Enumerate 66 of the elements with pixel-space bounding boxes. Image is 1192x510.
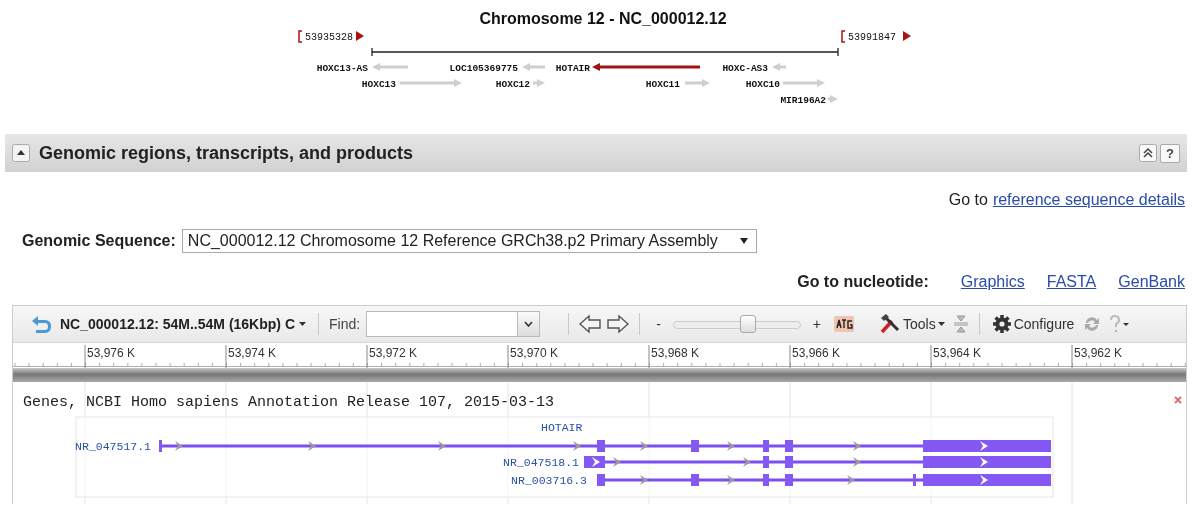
tools-icon [879,313,901,335]
tools-menu[interactable]: Tools [877,313,947,335]
nucleotide-label: Go to nucleotide: [797,273,929,291]
sequence-icon[interactable] [833,315,855,333]
gene-arrow[interactable] [592,63,700,71]
gene-label[interactable]: HOTAIR [555,63,590,74]
configure-button[interactable]: Configure [989,314,1077,334]
bracket-icon [298,30,303,43]
find-field[interactable] [366,311,541,337]
ruler-label: 53,974 K [228,346,277,360]
gene-label[interactable]: HOXC10 [745,79,780,90]
caret-icon [299,322,306,326]
transcript-label[interactable]: NR_047518.1 [503,456,579,469]
link-prefix: Go to [948,191,988,209]
gene-label[interactable]: HOXC11 [645,79,680,90]
track-title: Genes, NCBI Homo sapiens Annotation Release 107, 2015-03-13 [23,394,555,411]
sequence-title-menu[interactable]: NC_000012.12: 54M..54M (16Kbp) C [58,316,308,332]
end-coordinate[interactable]: 53991847 [848,32,896,43]
sequence-select[interactable]: NC_000012.12 Chromosome 12 Reference GRCh38.p2 Primary Assembly [181,229,757,253]
caret-icon [739,238,748,244]
back-icon[interactable] [30,314,52,334]
transcript-drawing[interactable] [597,474,1051,486]
pan-left-icon[interactable] [579,314,602,334]
gene-label[interactable]: LOC105369775 [449,63,518,74]
zoom-slider[interactable] [740,315,757,333]
close-icon[interactable] [1174,396,1182,404]
transcript-drawing[interactable] [159,440,1051,452]
gene-label[interactable]: HOXC13 [361,79,396,90]
ruler-label: 53,962 K [1074,346,1123,360]
zoom-in-button[interactable]: + [806,316,827,332]
gene-label[interactable]: MIR196A2 [780,95,826,106]
chevron-icon [524,321,534,327]
reference-link[interactable]: reference sequence details [992,191,1185,209]
help-button[interactable]: ? [1160,143,1180,163]
ruler-label: 53,976 K [87,346,136,360]
caret-icon [937,322,945,326]
gene-name[interactable]: HOTAIR [541,421,583,434]
section-title: Genomic regions, transcripts, and products [39,142,415,164]
ruler-label: 53,970 K [510,346,559,360]
nucleotide-link[interactable]: GenBank [1118,273,1185,291]
collapse-tracks-icon[interactable] [952,314,969,334]
collapse-all-icon[interactable] [1139,143,1157,162]
transcript-label[interactable]: NR_003716.3 [511,474,587,487]
gear-icon [991,314,1012,334]
ruler-label: 53,968 K [651,346,700,360]
nucleotide-link[interactable]: Graphics [960,273,1025,291]
map-title: Chromosome 12 - NC_000012.12 [479,10,727,27]
gene-label[interactable]: HOXC12 [495,79,530,90]
transcript-label[interactable]: NR_047517.1 [75,440,151,453]
gene-label[interactable]: HOXC-AS3 [722,63,768,74]
ruler-label: 53,966 K [792,346,841,360]
zoom-out-button[interactable]: - [650,316,667,332]
transcript-drawing[interactable] [584,456,1051,468]
bracket-icon [841,30,846,43]
flag-icon [356,31,364,41]
nucleotide-link[interactable]: FASTA [1046,273,1097,291]
ruler-label: 53,964 K [933,346,982,360]
find-label: Find: [329,316,361,332]
help-icon[interactable] [1108,314,1131,334]
pan-right-icon[interactable] [607,314,630,334]
collapse-icon[interactable] [12,144,30,162]
sequence-label: Genomic Sequence: [22,232,176,250]
gene-label[interactable]: HOXC13-AS [316,63,368,74]
ruler-label: 53,972 K [369,346,418,360]
start-coordinate[interactable]: 53935328 [305,32,353,43]
flag-icon [903,31,911,41]
